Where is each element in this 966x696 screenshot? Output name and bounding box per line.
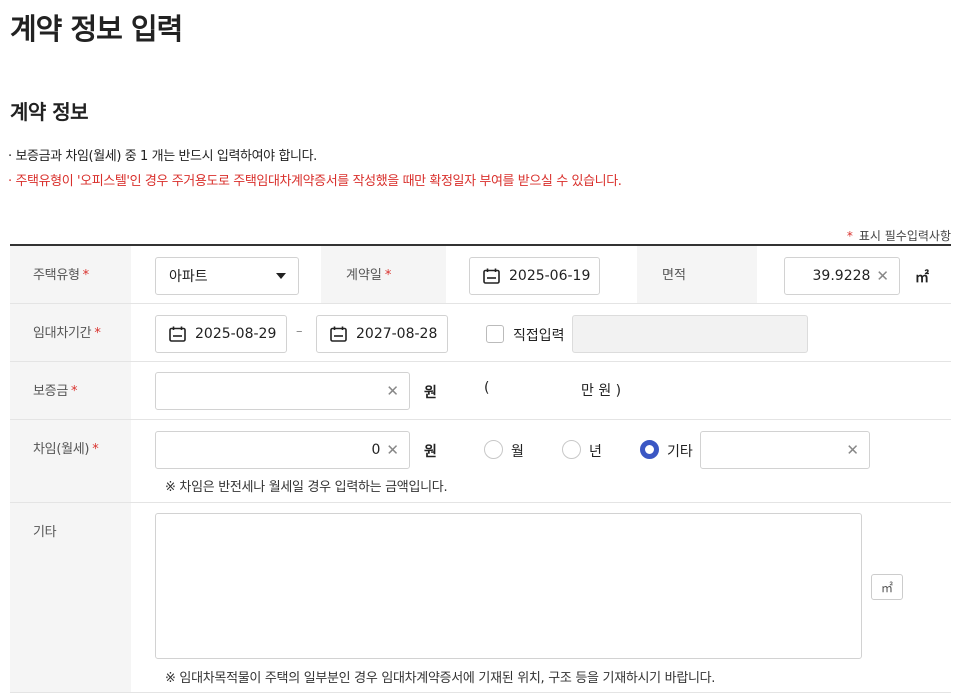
page-title: 계약 정보 입력 — [10, 12, 183, 46]
deposit-unit: 원 — [424, 385, 437, 401]
rent-unit: 원 — [424, 444, 437, 460]
area-input[interactable]: 39.9228 ✕ — [784, 257, 900, 295]
direct-input-field[interactable] — [572, 315, 808, 353]
row-deposit: 보증금 * ✕ 원 ( 만 원 ) — [10, 362, 951, 420]
lease-end-value: 2027-08-28 — [356, 326, 438, 342]
contract-date-input[interactable]: 2025-06-19 — [469, 257, 600, 295]
housing-type-select[interactable]: 아파트 — [155, 257, 299, 295]
rent-value: 0 — [371, 442, 381, 458]
rent-other-input[interactable]: ✕ — [700, 431, 870, 469]
clear-icon[interactable]: ✕ — [876, 267, 889, 285]
rent-input[interactable]: 0 ✕ — [155, 431, 410, 469]
clear-icon[interactable]: ✕ — [846, 441, 859, 459]
notice-deposit-or-rent: · 보증금과 차임(월세) 중 1 개는 반드시 입력하여야 합니다. — [8, 149, 317, 164]
row-housing-type: 주택유형 * 아파트 계약일 * 2025-06-19 면적 39.9228 ✕ ㎡ — [10, 246, 951, 304]
lease-start-date-input[interactable]: 2025-08-29 — [155, 315, 287, 353]
notice-officetel-warning: · 주택유형이 '오피스텔'인 경우 주거용도로 주택임대차계약증서를 작성했을… — [8, 174, 622, 189]
clear-icon[interactable]: ✕ — [386, 441, 399, 459]
lease-start-value: 2025-08-29 — [195, 326, 277, 342]
required-legend: * 표시 필수입력사항 — [847, 227, 951, 244]
calendar-icon — [169, 326, 186, 342]
row-lease-period: 임대차기간 * 2025-08-29 – 2027-08-28 직접입력 — [10, 304, 951, 362]
calendar-icon — [330, 326, 347, 342]
calendar-icon — [483, 268, 500, 284]
label-other: 기타 — [10, 503, 131, 692]
square-meter-button[interactable]: ㎡ — [871, 574, 903, 600]
required-star: * — [846, 229, 853, 243]
label-area: 면적 — [637, 246, 757, 303]
lease-end-date-input[interactable]: 2027-08-28 — [316, 315, 448, 353]
radio-monthly-label: 월 — [511, 444, 524, 460]
required-legend-text: 표시 필수입력사항 — [858, 229, 951, 243]
area-value: 39.9228 — [812, 268, 871, 284]
direct-input-label: 직접입력 — [513, 328, 565, 344]
radio-other-label: 기타 — [667, 444, 693, 460]
label-contract-date: 계약일 * — [321, 246, 446, 303]
label-deposit: 보증금 * — [10, 362, 131, 419]
clear-icon[interactable]: ✕ — [386, 382, 399, 400]
radio-yearly[interactable] — [562, 440, 581, 459]
deposit-korean-open: ( — [484, 380, 490, 396]
direct-input-checkbox[interactable] — [486, 325, 504, 343]
other-hint: ※ 임대차목적물이 주택의 일부분인 경우 임대차계약증서에 기재된 위치, 구… — [165, 671, 716, 686]
deposit-korean-text: 만 원 ) — [581, 383, 622, 399]
radio-yearly-label: 년 — [589, 444, 602, 460]
date-separator: – — [296, 324, 303, 339]
deposit-input[interactable]: ✕ — [155, 372, 410, 410]
housing-type-value: 아파트 — [169, 269, 208, 285]
area-unit: ㎡ — [915, 270, 929, 286]
row-other: 기타 ㎡ ※ 임대차목적물이 주택의 일부분인 경우 임대차계약증서에 기재된 … — [10, 503, 951, 693]
contract-date-value: 2025-06-19 — [509, 268, 591, 284]
chevron-down-icon — [276, 273, 286, 279]
label-housing-type: 주택유형 * — [10, 246, 131, 303]
label-rent: 차임(월세) * — [10, 420, 131, 502]
contract-form: 주택유형 * 아파트 계약일 * 2025-06-19 면적 39.9228 ✕ ㎡… — [10, 244, 951, 693]
label-lease-period: 임대차기간 * — [10, 304, 131, 361]
section-title: 계약 정보 — [10, 100, 89, 124]
row-rent: 차임(월세) * 0 ✕ 원 월 년 기타 ✕ ※ 차임은 반전세나 월세일 경우… — [10, 420, 951, 503]
radio-other[interactable] — [640, 440, 659, 459]
rent-hint: ※ 차임은 반전세나 월세일 경우 입력하는 금액입니다. — [165, 480, 448, 495]
radio-monthly[interactable] — [484, 440, 503, 459]
other-textarea[interactable] — [155, 513, 862, 659]
